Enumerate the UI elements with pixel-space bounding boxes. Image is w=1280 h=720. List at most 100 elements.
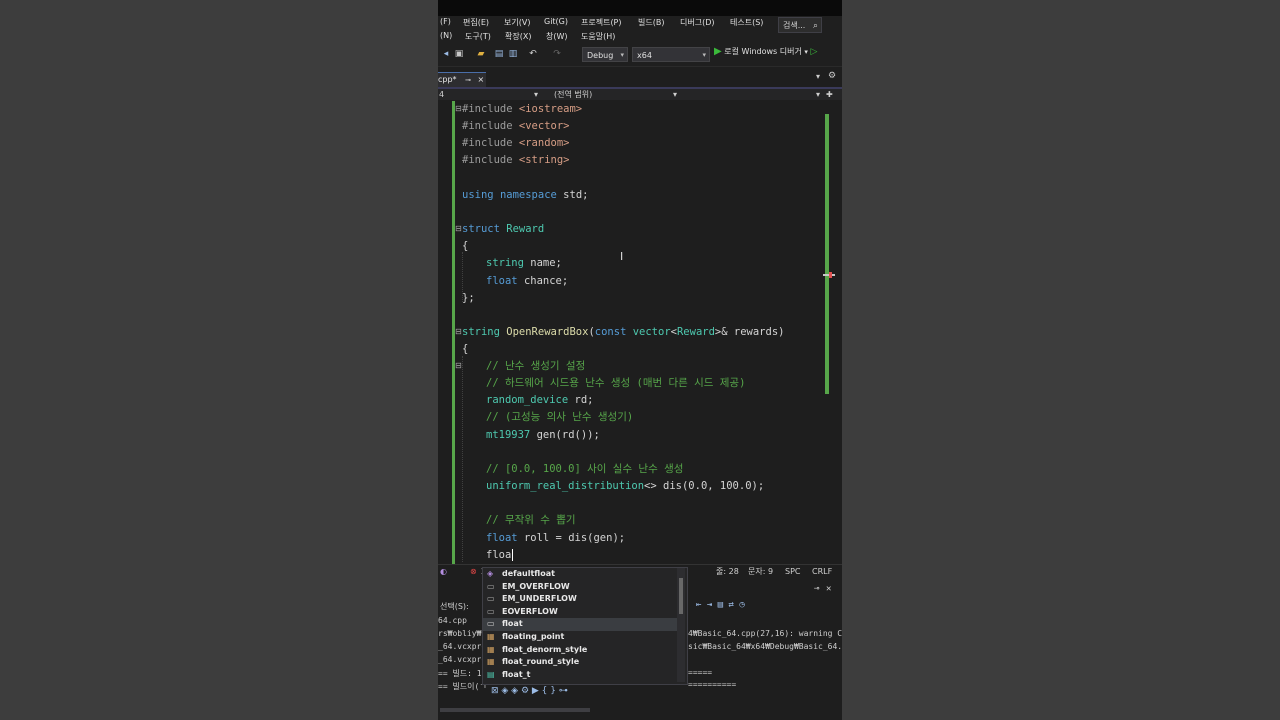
popup-scrollbar[interactable] — [677, 568, 685, 682]
config-dropdown[interactable]: Debug ▾ — [582, 47, 628, 62]
code-token: rd; — [574, 394, 594, 406]
menu-help[interactable]: 도움말(H) — [581, 31, 615, 42]
code-token: struct — [462, 223, 500, 235]
menu-test[interactable]: 테스트(S) — [730, 17, 763, 28]
completion-item[interactable]: ▭ EOVERFLOW — [483, 606, 677, 619]
menu-build[interactable]: 빌드(B) — [638, 17, 664, 28]
filter-icons[interactable]: ⊠ ◈ ◈ ⚙ ▶ { } ⊶ — [491, 686, 568, 696]
line-ending-indicator[interactable]: CRLF — [812, 565, 832, 578]
chevron-down-icon[interactable]: ▾ — [673, 89, 677, 100]
code-token: <string> — [518, 154, 570, 166]
menu-edit[interactable]: 편집(E) — [463, 17, 489, 28]
chevron-down-icon: ▾ — [620, 51, 624, 59]
code-line: // (고성능 의사 난수 생성기) — [486, 409, 633, 425]
scope-dropdown[interactable]: (전역 범위) — [554, 89, 592, 100]
open-folder-icon[interactable]: ▰ — [476, 49, 486, 59]
search-box[interactable]: 검색... ⌕ — [778, 17, 822, 33]
menu-project[interactable]: 프로젝트(P) — [581, 17, 622, 28]
code-line: uniform_real_distribution<> dis(0.0, 100… — [486, 478, 764, 494]
completion-filter-bar: ⊠ ◈ ◈ ⚙ ▶ { } ⊶ — [483, 686, 687, 700]
output-line: ========== — [688, 680, 737, 689]
settings-icon[interactable]: ⚙ — [828, 71, 836, 81]
code-line: string OpenRewardBox(const vector<Reward… — [462, 324, 784, 340]
scrollbar-thumb[interactable] — [679, 578, 683, 614]
start-debugger-button[interactable]: ▶ 로컬 Windows 디버거 ▾ ▷ — [714, 46, 817, 57]
pin-icon[interactable]: ⊸ — [465, 76, 471, 84]
code-token: & rewards) — [721, 326, 785, 338]
column-indicator[interactable]: 문자: 9 — [748, 565, 773, 578]
completion-item[interactable]: ▦ float_round_style — [483, 656, 677, 669]
code-line: #include <iostream> — [462, 101, 582, 117]
code-token: // [0.0, 100.0] 사이 실수 난수 생성 — [486, 463, 684, 475]
code-line: random_device rd; — [486, 392, 593, 408]
whitespace-indicator[interactable]: SPC — [785, 565, 801, 578]
scrollbar-thumb[interactable] — [440, 708, 590, 712]
code-line: using namespace std; — [462, 187, 588, 203]
error-icon[interactable]: ⊗ — [470, 565, 477, 578]
code-token: chance; — [523, 275, 569, 287]
completion-item[interactable]: ▤ float_t — [483, 669, 677, 682]
code-line: { — [462, 341, 468, 357]
code-token: // 난수 생성기 설정 — [486, 360, 586, 372]
output-line: sic₩Basic_64₩x64₩Debug₩Basic_64. — [688, 642, 842, 651]
line-indicator[interactable]: 줄: 28 — [716, 565, 739, 578]
tab-dropdown-icon[interactable]: ▾ — [816, 72, 820, 81]
code-token: }; — [462, 292, 475, 304]
collapse-icon[interactable]: ⊟ — [455, 361, 462, 370]
chevron-down-icon[interactable]: ▾ — [534, 89, 538, 100]
code-line: struct Reward — [462, 221, 544, 237]
menu-tools[interactable]: 도구(T) — [465, 31, 491, 42]
editor-vertical-scrollbar[interactable] — [823, 100, 835, 562]
code-line: { — [462, 238, 468, 254]
completion-label: floating_point — [502, 632, 565, 641]
save-icon[interactable]: ▤ — [494, 49, 504, 59]
code-line: #include <vector> — [462, 118, 569, 134]
menu-view[interactable]: 보기(V) — [504, 17, 530, 28]
chevron-down-icon[interactable]: ▾ — [816, 89, 820, 100]
code-token: float — [486, 532, 518, 544]
collapse-icon[interactable]: ⊟ — [455, 327, 462, 336]
run-label: 로컬 Windows 디버거 — [724, 47, 802, 56]
completion-label: EM_OVERFLOW — [502, 581, 570, 591]
mouse-ibeam-cursor: I — [620, 250, 624, 263]
code-token: std; — [563, 189, 589, 201]
code-token: <iostream> — [518, 103, 583, 115]
zoom-icon[interactable]: ◐ — [440, 565, 447, 578]
output-toolbar-icons[interactable]: ⇤ ⇥ ▤ ⇄ ◷ — [696, 600, 745, 610]
pin-icon[interactable]: ⊸ — [814, 584, 819, 594]
menu-debug[interactable]: 디버그(D) — [680, 17, 714, 28]
menu-window[interactable]: 창(W) — [546, 31, 568, 42]
completion-item[interactable]: ▦ floating_point — [483, 631, 677, 644]
code-token: const — [594, 326, 627, 338]
split-icon[interactable]: ✚ — [826, 89, 833, 100]
intellisense-popup: ◈ defaultfloat ▭ EM_OVERFLOW ▭ EM_UNDERFLOW… — [482, 567, 688, 696]
indent-guide — [462, 356, 463, 562]
class-icon: ▦ — [487, 632, 495, 641]
code-token: // 하드웨어 시드용 난수 생성 (매번 다른 시드 제공) — [486, 377, 746, 389]
completion-item[interactable]: ▭ EM_UNDERFLOW — [483, 593, 677, 606]
completion-item[interactable]: ▭ EM_OVERFLOW — [483, 581, 677, 594]
right-blur-margin — [842, 0, 1280, 720]
redo-icon[interactable]: ↷ — [552, 49, 562, 59]
code-line: float roll = dis(gen); — [486, 530, 625, 546]
start-without-debug-icon[interactable]: ▷ — [810, 47, 817, 57]
menu-git[interactable]: Git(G) — [544, 17, 568, 26]
completion-item[interactable]: ◈ defaultfloat — [483, 568, 677, 581]
platform-dropdown[interactable]: x64 ▾ — [632, 47, 710, 62]
completion-label: float_round_style — [502, 657, 580, 667]
output-line: == 빌드이(ㄱ — [438, 682, 487, 691]
close-icon[interactable]: × — [478, 75, 485, 84]
close-icon[interactable]: ✕ — [826, 584, 831, 594]
error-marker — [829, 272, 832, 278]
completion-item[interactable]: ▦ float_denorm_style — [483, 644, 677, 657]
code-token: uniform_real_distribution — [486, 480, 645, 492]
code-line: // [0.0, 100.0] 사이 실수 난수 생성 — [486, 461, 683, 477]
completion-item-selected[interactable]: ▭ float — [483, 618, 677, 631]
undo-icon[interactable]: ↶ — [528, 49, 538, 59]
save-all-icon[interactable]: ▥ — [508, 49, 518, 59]
output-horizontal-scrollbar[interactable] — [438, 706, 822, 714]
chevron-down-icon: ▾ — [804, 48, 808, 56]
menu-extensions[interactable]: 확장(X) — [505, 31, 531, 42]
code-token: OpenRewardBox — [506, 326, 589, 338]
code-token: Reward — [676, 326, 715, 338]
